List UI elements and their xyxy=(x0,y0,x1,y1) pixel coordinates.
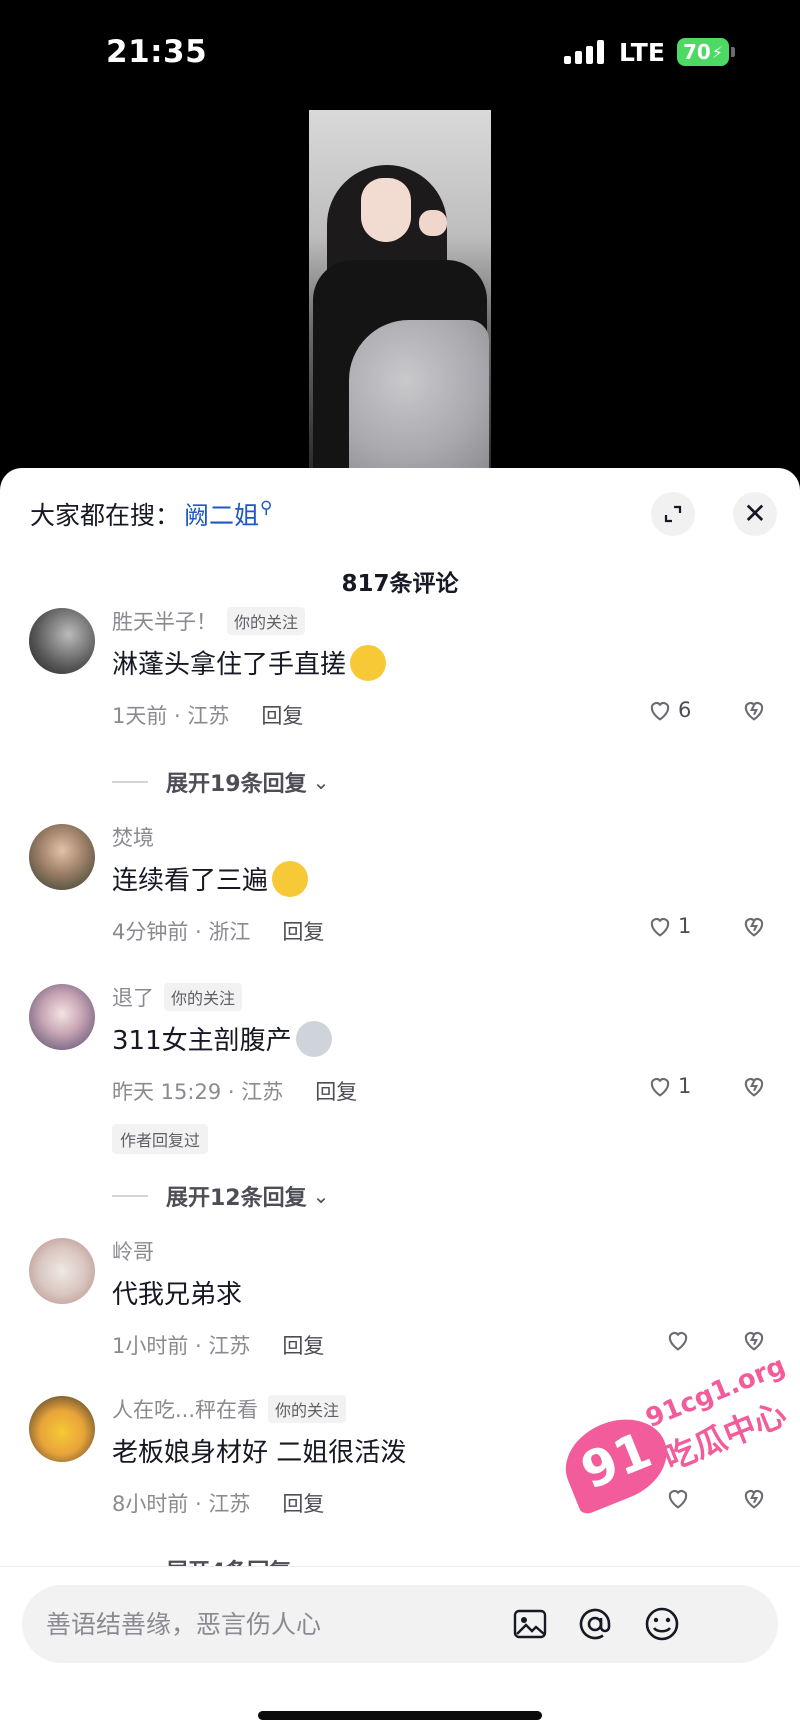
comment-text: 311女主剖腹产 xyxy=(112,1026,292,1056)
search-icon: ⚲ xyxy=(260,498,273,518)
expand-replies[interactable]: 展开12条回复 ⌄ xyxy=(112,1180,329,1212)
like-count: 1 xyxy=(678,1074,692,1098)
expand-replies-label: 展开12条回复 xyxy=(166,1186,307,1211)
comment-author[interactable]: 退了 xyxy=(112,982,154,1012)
chevron-down-icon: ⌄ xyxy=(312,770,330,794)
avatar[interactable] xyxy=(29,1396,95,1462)
avatar[interactable] xyxy=(29,1238,95,1304)
close-icon: ✕ xyxy=(743,497,767,530)
comment-author[interactable]: 岭哥 xyxy=(112,1236,154,1266)
comment-author[interactable]: 人在吃...秤在看 xyxy=(112,1394,258,1424)
comment-time-location: 昨天 15:29 · 江苏 xyxy=(112,1080,284,1104)
avatar[interactable] xyxy=(29,824,95,890)
follow-tag: 你的关注 xyxy=(268,1395,347,1423)
reply-button[interactable]: 回复 xyxy=(282,916,324,946)
heart-icon xyxy=(650,1078,670,1097)
image-icon[interactable] xyxy=(510,1604,550,1644)
trending-search-prefix: 大家都在搜： xyxy=(30,501,181,530)
mention-icon[interactable] xyxy=(575,1604,615,1644)
avatar[interactable] xyxy=(29,608,95,674)
divider xyxy=(112,1195,148,1197)
author-replied-badge: 作者回复过 xyxy=(112,1124,209,1154)
comment-time-location: 1天前 · 江苏 xyxy=(112,704,230,728)
status-time: 21:35 xyxy=(106,34,208,70)
like-button[interactable]: 1 xyxy=(646,912,691,940)
follow-tag: 你的关注 xyxy=(227,607,306,635)
trending-search[interactable]: 大家都在搜： 阙二姐 ⚲ xyxy=(30,492,272,536)
dislike-icon[interactable] xyxy=(740,912,768,940)
emoji-husky-icon xyxy=(295,1020,332,1057)
emoji-rub-hands-icon xyxy=(350,644,387,681)
divider xyxy=(112,781,148,783)
comment-text: 连续看了三遍 xyxy=(112,866,269,896)
close-button[interactable]: ✕ xyxy=(733,492,777,536)
video-figure-hand xyxy=(419,210,447,236)
like-button[interactable]: 1 xyxy=(646,1072,691,1100)
follow-tag: 你的关注 xyxy=(164,983,243,1011)
emoji-laughing-icon xyxy=(272,860,309,897)
watermark-logo: 91 91cg1.org 吃瓜中心 xyxy=(542,1330,800,1546)
comment-author[interactable]: 焚境 xyxy=(112,822,154,852)
comment-input-bar: 善语结善缘，恶言伤人心 xyxy=(0,1566,800,1736)
home-indicator xyxy=(258,1711,542,1720)
dislike-icon[interactable] xyxy=(740,696,768,724)
reply-button[interactable]: 回复 xyxy=(261,700,303,730)
heart-icon xyxy=(650,918,670,937)
video-thumbnail[interactable] xyxy=(309,110,491,470)
reply-button[interactable]: 回复 xyxy=(315,1076,357,1106)
battery-tip xyxy=(731,47,735,57)
heart-icon xyxy=(668,1332,688,1351)
network-type: LTE xyxy=(619,38,665,67)
like-button[interactable] xyxy=(664,1326,692,1354)
comment-author[interactable]: 胜天半子！ xyxy=(112,606,217,636)
comment-count: 817条评论 xyxy=(341,571,459,597)
battery-level: 70 xyxy=(682,40,711,64)
comment-time-location: 8小时前 · 江苏 xyxy=(112,1492,251,1516)
comment-text: 老板娘身材好 二姐很活泼 xyxy=(112,1438,407,1468)
expand-icon xyxy=(664,505,682,523)
comment-time-location: 1小时前 · 江苏 xyxy=(112,1334,251,1358)
emoji-icon[interactable] xyxy=(642,1604,682,1644)
video-figure-face xyxy=(361,178,411,242)
video-blanket xyxy=(349,320,489,470)
signal-icon xyxy=(564,40,606,64)
comment-sheet: 大家都在搜： 阙二姐 ⚲ ✕ 817条评论 胜天半子！ 你的关注 淋蓬头拿住了手… xyxy=(0,468,800,1736)
heart-icon xyxy=(650,702,670,721)
avatar[interactable] xyxy=(29,984,95,1050)
comment-text: 代我兄弟求 xyxy=(112,1280,243,1310)
battery-icon: 70 ⚡ xyxy=(677,38,729,66)
like-button[interactable]: 6 xyxy=(646,696,691,724)
status-bar: 21:35 LTE 70 ⚡ xyxy=(0,0,800,110)
expand-replies-label: 展开19条回复 xyxy=(166,772,307,797)
comment-input-placeholder: 善语结善缘，恶言伤人心 xyxy=(46,1610,322,1639)
reply-button[interactable]: 回复 xyxy=(282,1330,324,1360)
chevron-down-icon: ⌄ xyxy=(312,1184,330,1208)
expand-replies[interactable]: 展开19条回复 ⌄ xyxy=(112,766,329,798)
like-count: 1 xyxy=(678,914,692,938)
reply-button[interactable]: 回复 xyxy=(282,1488,324,1518)
expand-sheet-button[interactable] xyxy=(651,492,695,536)
comment-input[interactable]: 善语结善缘，恶言伤人心 xyxy=(22,1585,778,1663)
comment-time-location: 4分钟前 · 浙江 xyxy=(112,920,251,944)
trending-search-term[interactable]: 阙二姐 xyxy=(184,496,259,532)
like-count: 6 xyxy=(678,698,692,722)
dislike-icon[interactable] xyxy=(740,1484,768,1512)
comment-text: 淋蓬头拿住了手直搓 xyxy=(112,650,347,680)
dislike-icon[interactable] xyxy=(740,1072,768,1100)
